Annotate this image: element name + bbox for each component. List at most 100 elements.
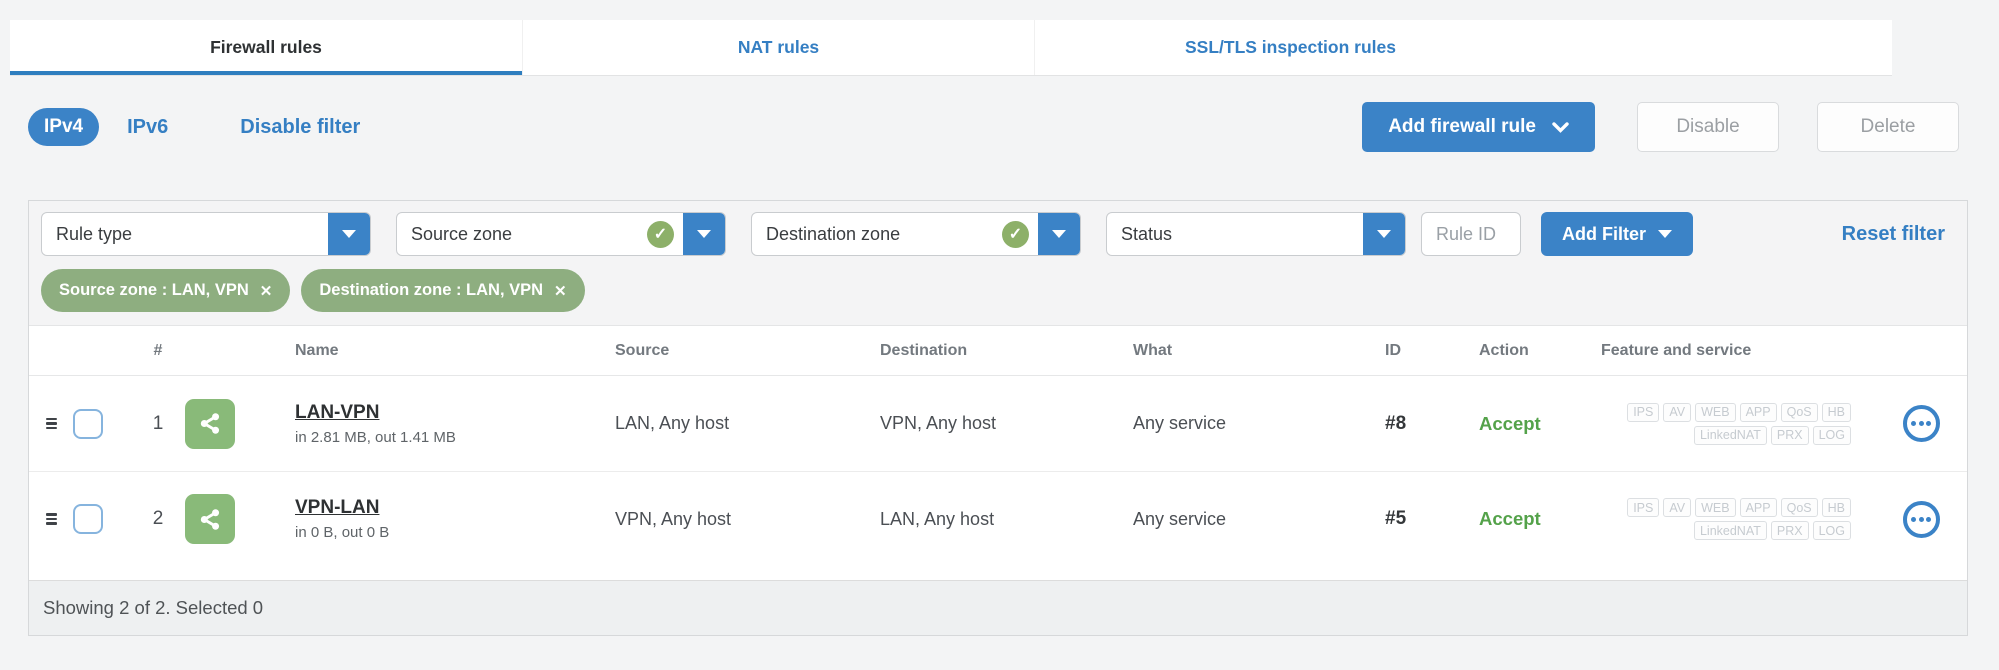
rule-id-input[interactable] (1421, 212, 1521, 256)
column-header-source: Source (615, 341, 670, 359)
rule-action: Accept (1479, 412, 1541, 434)
tab-label: SSL/TLS inspection rules (1184, 37, 1396, 57)
row-checkbox[interactable] (73, 504, 103, 534)
column-header-name: Name (295, 341, 339, 359)
chevron-down-icon (1552, 121, 1569, 133)
disable-filter-link[interactable]: Disable filter (240, 116, 360, 139)
column-header-what: What (1133, 341, 1173, 359)
feature-badge-log: LOG (1812, 425, 1851, 445)
rule-what: Any service (1133, 413, 1227, 433)
feature-badge-hb: HB (1821, 402, 1851, 422)
feature-badge-qos: QoS (1780, 402, 1818, 422)
chip-label: Source zone : LAN, VPN (59, 281, 249, 299)
row-checkbox[interactable] (73, 408, 103, 439)
dropdown-label: Status (1121, 223, 1173, 244)
feature-badge-app: APP (1739, 498, 1777, 517)
rule-type-dropdown[interactable]: Rule type (41, 212, 371, 256)
column-header-destination: Destination (880, 341, 968, 359)
rule-position: 2 (152, 508, 164, 529)
feature-badge-av: AV (1663, 498, 1692, 517)
rule-destination: LAN, Any host (880, 508, 995, 529)
source-zone-dropdown[interactable]: Source zone ✓ (396, 212, 726, 256)
rule-traffic: in 2.81 MB, out 1.41 MB (295, 428, 456, 446)
column-header-id: ID (1385, 341, 1401, 359)
chip-label: Destination zone : LAN, VPN (319, 281, 544, 299)
toolbar: IPv4 IPv6 Disable filter Add firewall ru… (28, 94, 1959, 160)
caret-down-icon (697, 230, 711, 238)
dropdown-label: Rule type (56, 223, 133, 244)
chip-close-icon[interactable]: ✕ (260, 282, 273, 300)
chip-close-icon[interactable]: ✕ (554, 282, 567, 300)
caret-down-icon (1658, 230, 1672, 238)
feature-badge-web: WEB (1695, 498, 1736, 517)
rule-id: #5 (1385, 508, 1407, 529)
rule-type-share-icon[interactable] (185, 494, 235, 544)
reset-filter-link[interactable]: Reset filter (1842, 223, 1945, 246)
feature-badge-qos: QoS (1780, 498, 1818, 517)
column-header-number: # (153, 341, 163, 359)
status-dropdown[interactable]: Status (1106, 212, 1406, 256)
row-count-summary: Showing 2 of 2. Selected 0 (43, 597, 264, 618)
caret-down-icon (1377, 230, 1391, 238)
rule-type-share-icon[interactable] (185, 398, 235, 449)
add-filter-button[interactable]: Add Filter (1541, 212, 1693, 256)
disable-button[interactable]: Disable (1637, 102, 1779, 152)
table-row: 2 VPN-LAN in 0 B, out 0 B VPN, Any host … (29, 471, 1967, 566)
table-footer: Showing 2 of 2. Selected 0 (29, 580, 1967, 635)
tab-label: NAT rules (737, 37, 820, 57)
feature-badge-log: LOG (1812, 521, 1851, 540)
check-circle-icon: ✓ (1002, 220, 1029, 248)
destination-zone-dropdown[interactable]: Destination zone ✓ (751, 212, 1081, 256)
drag-handle-icon[interactable] (45, 513, 57, 525)
rule-destination: VPN, Any host (880, 413, 997, 433)
rule-position: 1 (152, 412, 164, 434)
share-icon (200, 413, 219, 434)
feature-badge-ips: IPS (1627, 498, 1660, 517)
ipv4-toggle[interactable]: IPv4 (28, 108, 100, 146)
dropdown-arrow-button[interactable] (328, 213, 370, 255)
add-firewall-rule-label: Add firewall rule (1388, 116, 1536, 137)
ipv6-toggle[interactable]: IPv6 (127, 116, 168, 139)
tab-label: Firewall rules (210, 37, 322, 57)
filter-chip-source-zone: Source zone : LAN, VPN ✕ (41, 269, 291, 312)
caret-down-icon (1052, 230, 1066, 238)
feature-badge-linkednat: LinkedNAT (1693, 521, 1767, 540)
rule-name-link[interactable]: VPN-LAN (295, 497, 379, 519)
feature-badge-hb: HB (1821, 498, 1851, 517)
dropdown-label: Destination zone (766, 223, 901, 244)
row-menu-ellipsis-icon[interactable] (1902, 500, 1940, 538)
active-filter-chips-row: Source zone : LAN, VPN ✕ Destination zon… (41, 269, 1955, 312)
filter-bar: Rule type Source zone ✓ Destination zone… (29, 201, 1967, 326)
tab-nat-rules[interactable]: NAT rules (522, 20, 1034, 75)
table-header-row: # Name Source Destination What ID Action… (29, 326, 1967, 376)
feature-badges: IPS AV WEB APP QoS HB LinkedNAT PRX LOG (1585, 498, 1875, 540)
rule-source: LAN, Any host (615, 413, 730, 433)
feature-badges: IPS AV WEB APP QoS HB LinkedNAT PRX LOG (1585, 402, 1875, 445)
feature-badge-linkednat: LinkedNAT (1693, 425, 1767, 445)
delete-button[interactable]: Delete (1817, 102, 1959, 152)
rule-id: #8 (1385, 412, 1407, 434)
rule-name-link[interactable]: LAN-VPN (295, 402, 379, 424)
feature-badge-web: WEB (1695, 402, 1736, 422)
dropdown-arrow-button[interactable] (1038, 213, 1080, 255)
dropdown-arrow-button[interactable] (683, 213, 725, 255)
firewall-rules-panel: Rule type Source zone ✓ Destination zone… (28, 200, 1968, 636)
tab-firewall-rules[interactable]: Firewall rules (10, 20, 522, 75)
rule-traffic: in 0 B, out 0 B (295, 524, 390, 541)
filter-chip-destination-zone: Destination zone : LAN, VPN ✕ (301, 269, 585, 312)
rule-action: Accept (1479, 508, 1541, 529)
dropdown-arrow-button[interactable] (1363, 213, 1405, 255)
row-menu-ellipsis-icon[interactable] (1902, 405, 1940, 442)
share-icon (200, 508, 219, 530)
check-circle-icon: ✓ (647, 220, 674, 248)
dropdown-label: Source zone (411, 223, 513, 244)
table-row: 1 LAN-VPN in 2.81 MB, out 1.41 MB LAN, A… (29, 376, 1967, 471)
feature-badge-av: AV (1663, 402, 1692, 422)
feature-badge-prx: PRX (1770, 521, 1809, 540)
drag-handle-icon[interactable] (45, 417, 57, 430)
feature-badge-prx: PRX (1770, 425, 1809, 445)
tab-ssl-tls-inspection-rules[interactable]: SSL/TLS inspection rules (1034, 20, 1546, 75)
add-filter-label: Add Filter (1562, 223, 1646, 244)
feature-badge-ips: IPS (1627, 402, 1660, 422)
add-firewall-rule-button[interactable]: Add firewall rule (1362, 102, 1595, 152)
